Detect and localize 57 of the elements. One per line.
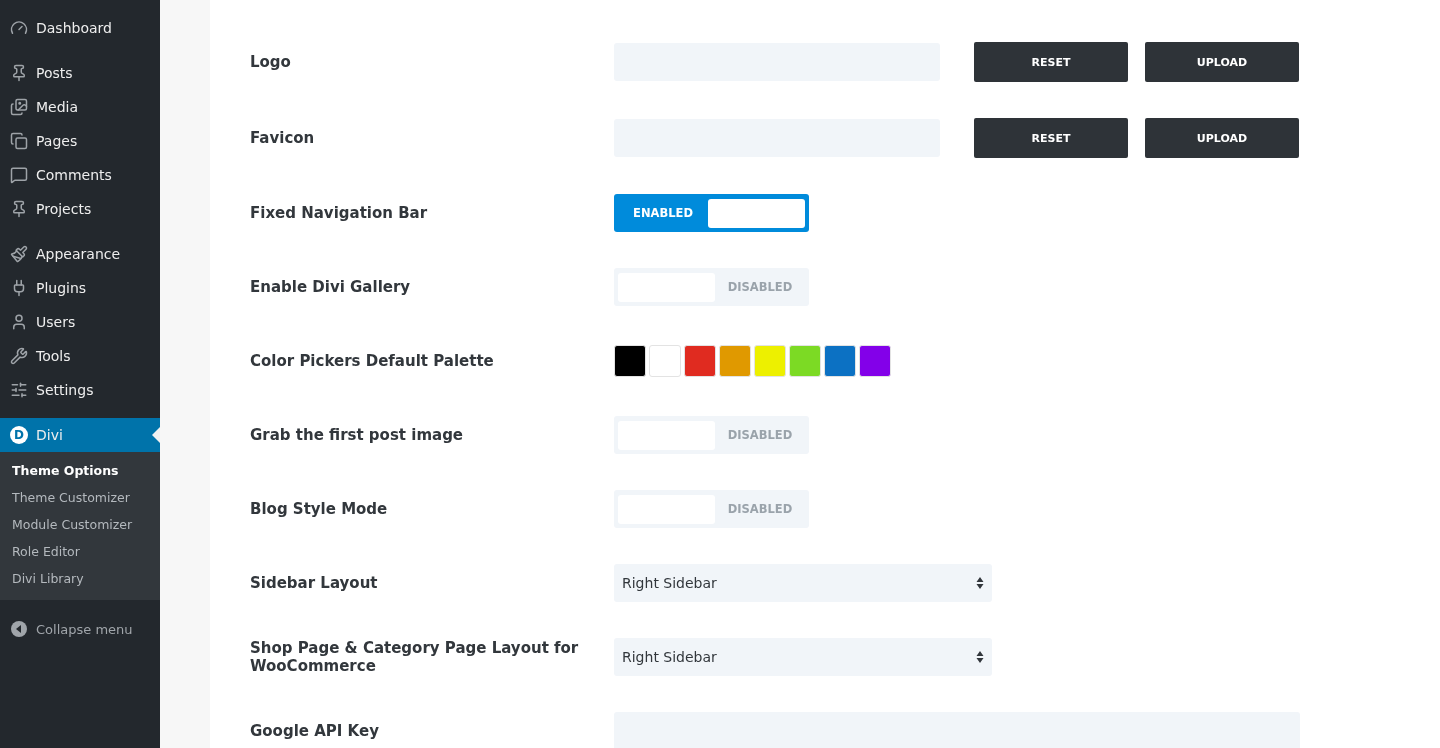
option-label: Google API Key bbox=[250, 722, 380, 740]
menu-icon bbox=[10, 132, 28, 150]
menu-item[interactable]: Posts bbox=[0, 56, 160, 90]
collapse-icon bbox=[10, 620, 28, 638]
reset-button[interactable]: RESET bbox=[974, 42, 1128, 82]
option-label: Shop Page & Category Page Layout for WooCommerce bbox=[250, 639, 580, 675]
option-label: Enable Divi Gallery bbox=[250, 278, 412, 296]
toggle-switch[interactable]: ENABLED bbox=[614, 194, 809, 232]
upload-button[interactable]: UPLOAD bbox=[1145, 118, 1299, 158]
menu-item[interactable]: Media bbox=[0, 90, 160, 124]
upload-button[interactable]: UPLOAD bbox=[1145, 42, 1299, 82]
color-swatch[interactable] bbox=[684, 345, 716, 377]
select-dropdown[interactable]: Right Sidebar bbox=[614, 638, 992, 676]
color-swatch[interactable] bbox=[859, 345, 891, 377]
option-label: Fixed Navigation Bar bbox=[250, 204, 429, 222]
menu-item[interactable]: Tools bbox=[0, 339, 160, 373]
option-label: Favicon bbox=[250, 129, 316, 147]
menu-item[interactable]: Settings bbox=[0, 373, 160, 407]
menu-icon bbox=[10, 98, 28, 116]
menu-icon bbox=[10, 347, 28, 365]
menu-item[interactable]: Appearance bbox=[0, 237, 160, 271]
menu-item[interactable]: Dashboard bbox=[0, 11, 160, 45]
option-label: Sidebar Layout bbox=[250, 574, 379, 592]
menu-icon bbox=[10, 200, 28, 218]
sort-arrows-icon bbox=[976, 650, 984, 664]
submenu-item[interactable]: Theme Options bbox=[0, 457, 160, 484]
menu-icon bbox=[10, 313, 28, 331]
option-label: Color Pickers Default Palette bbox=[250, 352, 495, 370]
option-label: Logo bbox=[250, 53, 292, 71]
reset-button[interactable]: RESET bbox=[974, 118, 1128, 158]
submenu-item[interactable]: Divi Library bbox=[0, 565, 160, 592]
divi-logo: D bbox=[10, 426, 28, 444]
menu-item[interactable]: Plugins bbox=[0, 271, 160, 305]
color-swatch[interactable] bbox=[789, 345, 821, 377]
color-swatch[interactable] bbox=[649, 345, 681, 377]
menu-item[interactable]: D Divi bbox=[0, 418, 160, 452]
color-swatch[interactable] bbox=[614, 345, 646, 377]
menu-icon bbox=[10, 245, 28, 263]
menu-item[interactable]: Projects bbox=[0, 192, 160, 226]
sort-arrows-icon bbox=[976, 576, 984, 590]
collapse-menu-link[interactable]: Collapse menu bbox=[0, 612, 160, 646]
option-label: Blog Style Mode bbox=[250, 500, 389, 518]
menu-item[interactable]: Pages bbox=[0, 124, 160, 158]
submenu-item[interactable]: Role Editor bbox=[0, 538, 160, 565]
menu-icon bbox=[10, 64, 28, 82]
submenu-item[interactable]: Theme Customizer bbox=[0, 484, 160, 511]
menu-icon bbox=[10, 381, 28, 399]
menu-item[interactable]: Users bbox=[0, 305, 160, 339]
submenu-item[interactable]: Module Customizer bbox=[0, 511, 160, 538]
color-swatch[interactable] bbox=[824, 345, 856, 377]
menu-icon bbox=[10, 166, 28, 184]
menu-icon bbox=[10, 19, 28, 37]
menu-item[interactable]: Comments bbox=[0, 158, 160, 192]
color-swatch[interactable] bbox=[754, 345, 786, 377]
color-swatch[interactable] bbox=[719, 345, 751, 377]
option-label: Grab the first post image bbox=[250, 426, 465, 444]
select-dropdown[interactable]: Right Sidebar bbox=[614, 564, 992, 602]
